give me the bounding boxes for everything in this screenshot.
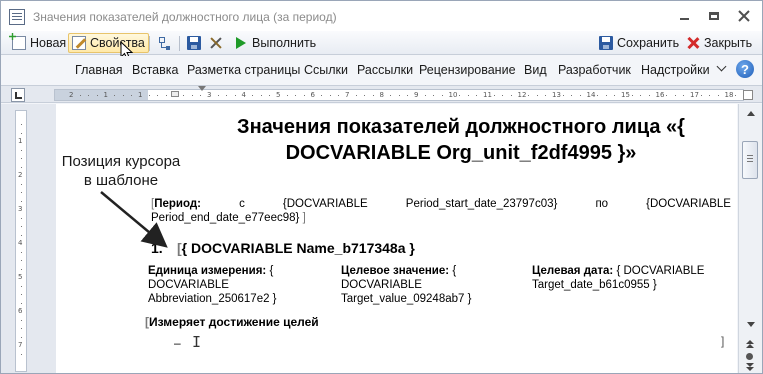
vertical-scrollbar[interactable] [738,104,762,373]
callout-arrow-icon [100,191,168,248]
browse-object-icon[interactable] [746,353,753,360]
scroll-up-arrow-icon[interactable] [747,111,755,116]
scroll-thumb[interactable] [742,141,758,179]
app-window: Значения показателей должностного лица (… [0,0,763,374]
previous-page-icon[interactable] [745,340,755,350]
next-page-icon[interactable] [745,363,755,373]
scroll-down-arrow-icon[interactable] [747,322,755,327]
